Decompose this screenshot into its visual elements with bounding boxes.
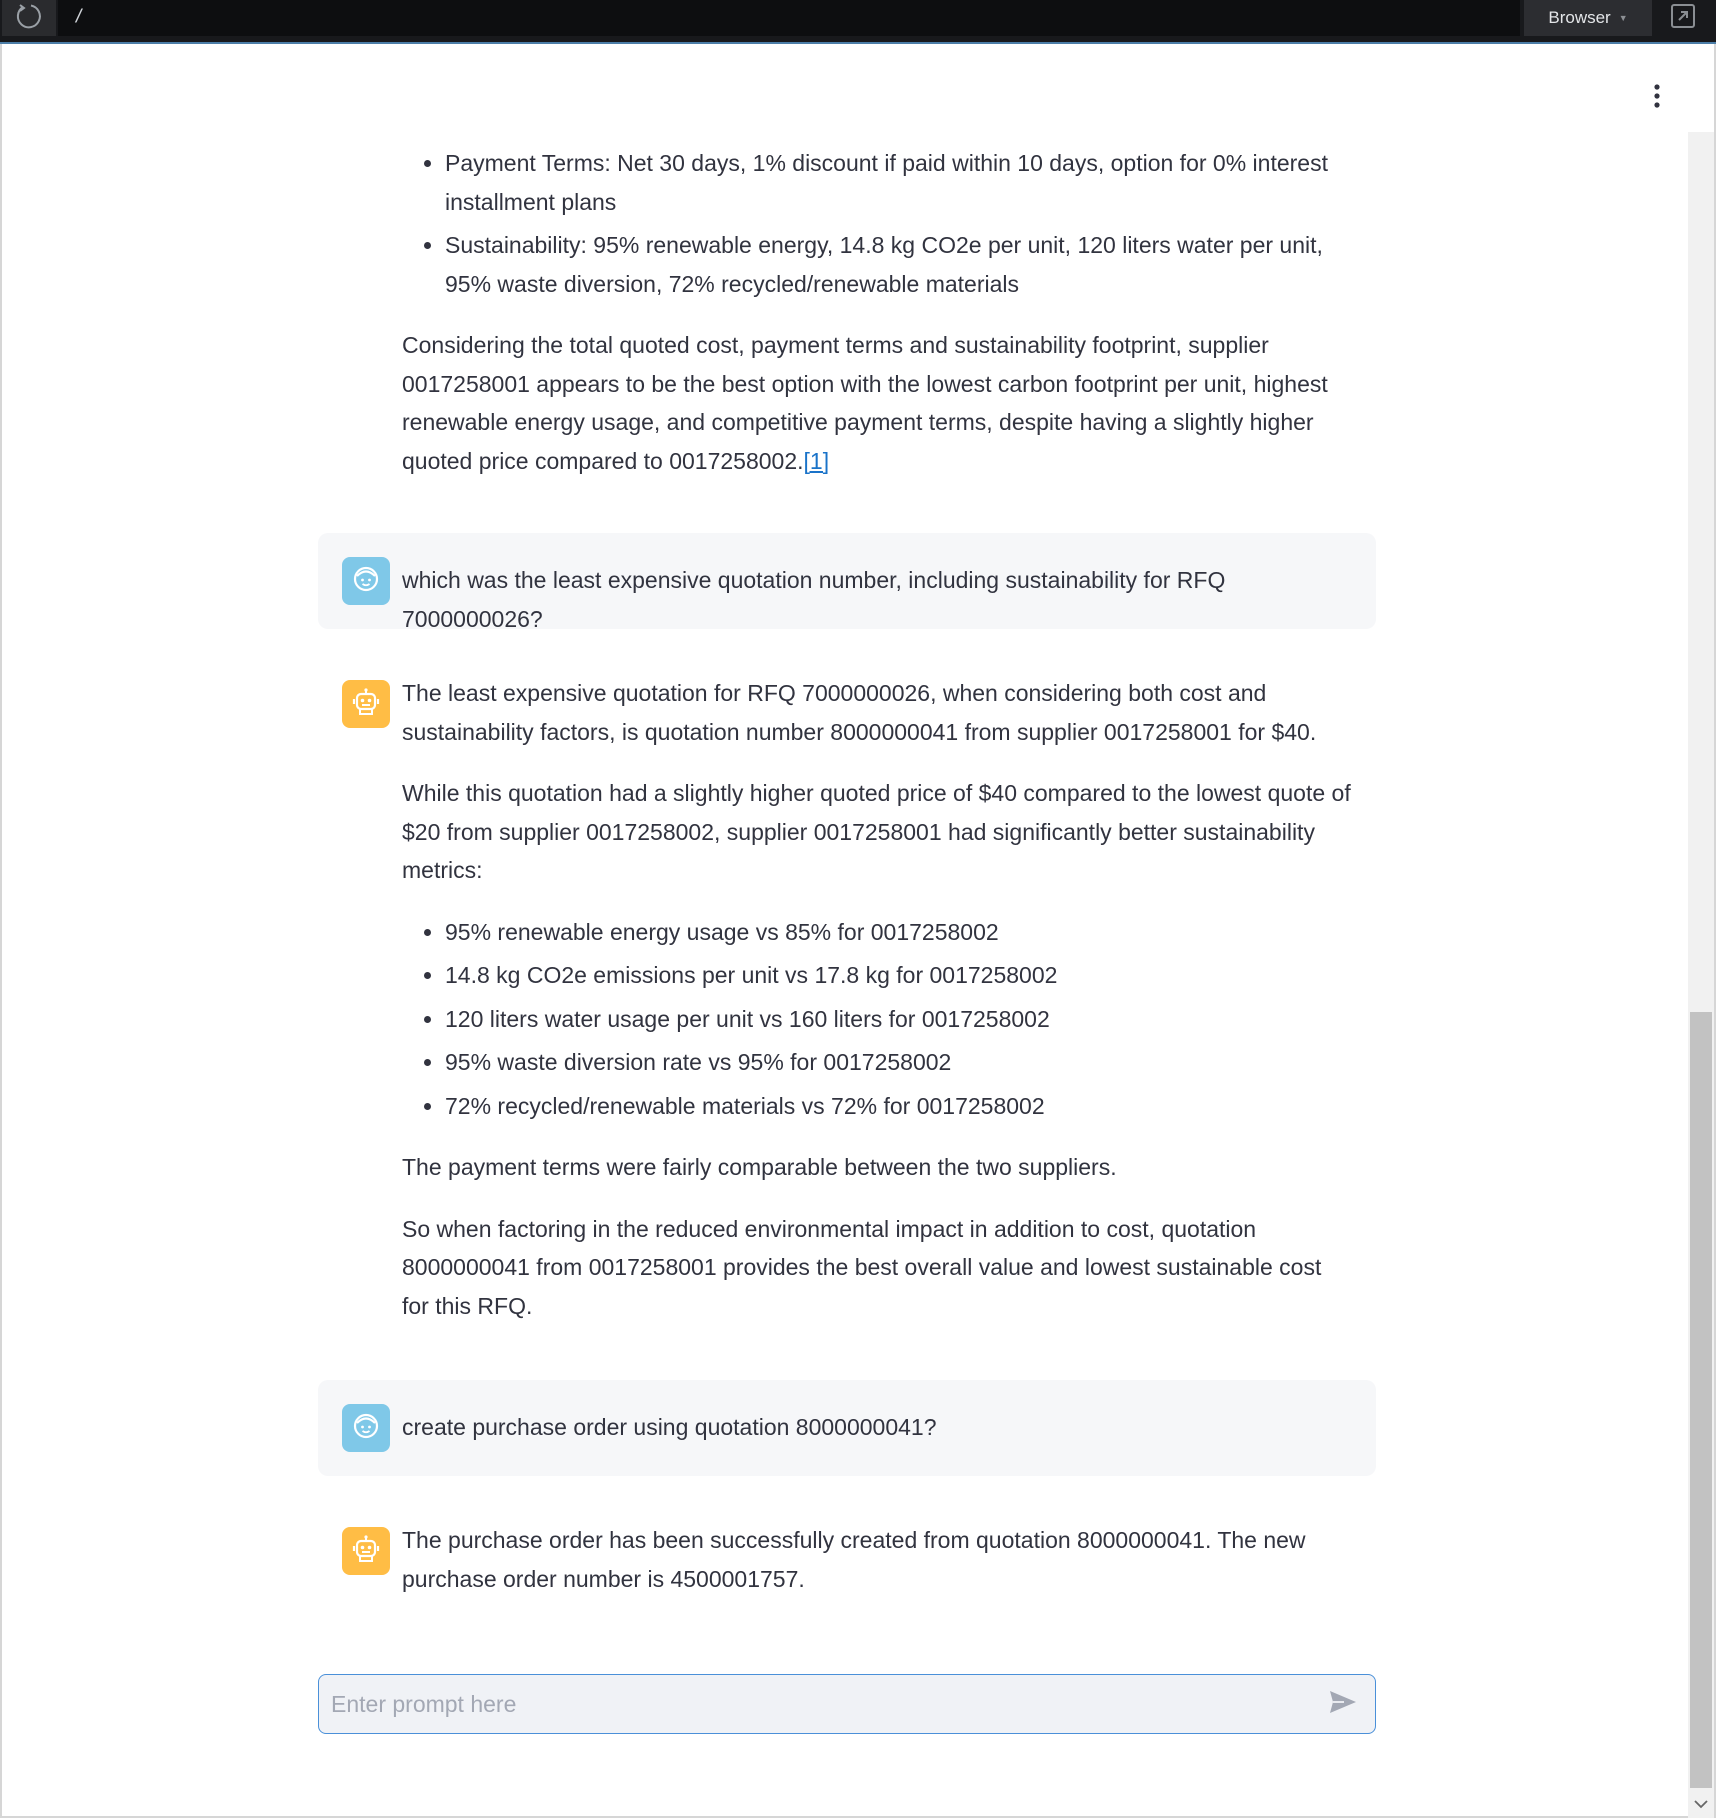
browser-toolbar: / Browser ▼ — [0, 0, 1716, 44]
message-text: create purchase order using quotation 80… — [402, 1414, 937, 1440]
list-item: 120 liters water usage per unit vs 160 l… — [445, 1000, 1352, 1039]
message-text: The purchase order has been successfully… — [402, 1527, 1306, 1592]
assistant-avatar — [342, 1527, 390, 1575]
message-paragraph: So when factoring in the reduced environ… — [402, 1215, 1322, 1319]
list-item: 95% waste diversion rate vs 95% for 0017… — [445, 1043, 1352, 1082]
message-paragraph: Considering the total quoted cost, payme… — [402, 326, 1352, 480]
reload-button[interactable] — [2, 0, 56, 36]
browser-label: Browser — [1548, 8, 1611, 27]
list-item: Payment Terms: Net 30 days, 1% discount … — [445, 144, 1352, 221]
assistant-message: The least expensive quotation for RFQ 70… — [318, 674, 1376, 1334]
user-face-icon — [352, 565, 380, 598]
assistant-avatar — [342, 680, 390, 728]
prompt-input[interactable] — [319, 1675, 1313, 1734]
scrollbar-thumb[interactable] — [1690, 1012, 1712, 1788]
assistant-message: The purchase order has been successfully… — [318, 1521, 1376, 1621]
chevron-down-icon — [1694, 1796, 1708, 1814]
vertical-scrollbar[interactable] — [1688, 132, 1714, 1818]
bullet-list: Payment Terms: Net 30 days, 1% discount … — [402, 144, 1352, 303]
app-viewport: Payment Terms: Net 30 days, 1% discount … — [0, 44, 1716, 1818]
browser-dropdown-button[interactable]: Browser ▼ — [1524, 0, 1652, 36]
list-item: Sustainability: 95% renewable energy, 14… — [445, 226, 1352, 303]
assistant-message: Payment Terms: Net 30 days, 1% discount … — [318, 144, 1376, 534]
user-message: which was the least expensive quotation … — [318, 533, 1376, 632]
kebab-menu-icon — [1652, 83, 1662, 114]
message-content: The least expensive quotation for RFQ 70… — [402, 674, 1352, 1348]
address-bar[interactable]: / — [58, 0, 1520, 36]
message-content: Payment Terms: Net 30 days, 1% discount … — [402, 144, 1352, 503]
message-content: create purchase order using quotation 80… — [402, 1408, 1352, 1447]
list-item: 14.8 kg CO2e emissions per unit vs 17.8 … — [445, 956, 1352, 995]
message-paragraph: The least expensive quotation for RFQ 70… — [402, 680, 1317, 745]
chat-input-container — [318, 1674, 1376, 1734]
popout-icon — [1669, 2, 1697, 35]
citation-link[interactable]: [1] — [804, 448, 830, 474]
popout-button[interactable] — [1662, 0, 1704, 36]
list-item: 95% renewable energy usage vs 85% for 00… — [445, 913, 1352, 952]
message-text: which was the least expensive quotation … — [402, 567, 1226, 632]
robot-icon — [351, 687, 381, 722]
reload-icon — [14, 1, 44, 36]
robot-icon — [351, 1534, 381, 1569]
send-icon — [1328, 1689, 1358, 1720]
paragraph-text: Considering the total quoted cost, payme… — [402, 332, 1328, 474]
message-paragraph: The payment terms were fairly comparable… — [402, 1154, 1117, 1180]
caret-down-icon: ▼ — [1618, 13, 1628, 23]
send-button[interactable] — [1325, 1687, 1361, 1721]
user-avatar — [342, 557, 390, 605]
scroll-down-button[interactable] — [1692, 1796, 1710, 1814]
message-content: The purchase order has been successfully… — [402, 1521, 1352, 1598]
user-message: create purchase order using quotation 80… — [318, 1380, 1376, 1476]
user-avatar — [342, 1404, 390, 1452]
message-paragraph: While this quotation had a slightly high… — [402, 780, 1351, 883]
user-face-icon — [352, 1412, 380, 1445]
bullet-list: 95% renewable energy usage vs 85% for 00… — [402, 913, 1352, 1126]
main-menu-button[interactable] — [1642, 80, 1672, 116]
message-content: which was the least expensive quotation … — [402, 561, 1352, 638]
list-item: 72% recycled/renewable materials vs 72% … — [445, 1087, 1352, 1126]
